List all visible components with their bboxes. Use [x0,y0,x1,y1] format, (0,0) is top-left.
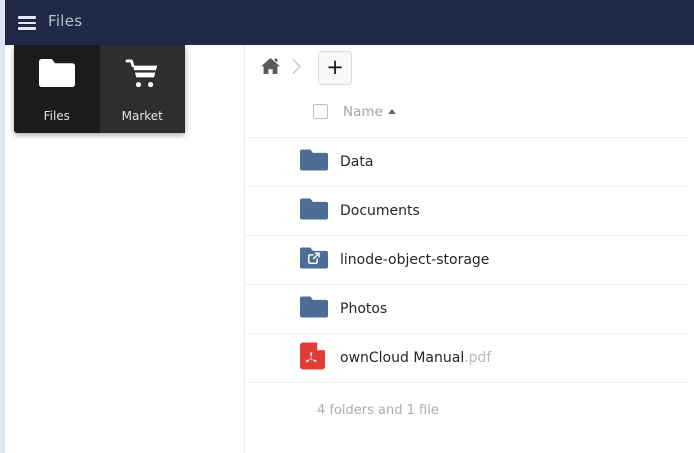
app-menu-toggle-hamburger-icon[interactable] [18,16,36,30]
sort-asc-icon [388,109,396,114]
select-all-checkbox[interactable] [313,104,328,119]
new-file-button[interactable]: + [318,51,352,85]
folder-icon [300,199,328,224]
chevron-right-icon [291,58,302,75]
file-name[interactable]: Documents [340,203,420,219]
folder-icon [39,59,75,91]
app-switcher-menu: Files Market [14,45,185,133]
app-tile-files[interactable]: Files [14,45,100,133]
home-breadcrumb-icon[interactable] [261,57,280,74]
app-tile-market[interactable]: Market [100,45,186,133]
folder-icon [300,297,328,322]
shopping-cart-icon [125,59,159,93]
app-title: Files [48,12,82,30]
file-row-data[interactable]: Data [245,137,690,186]
file-count-summary: 4 folders and 1 file [317,403,439,418]
file-row-owncloud-manual-pdf[interactable]: ownCloud Manual.pdf [245,333,690,382]
file-list-summary-row: 4 folders and 1 file [245,382,690,438]
file-row-linode-object-storage[interactable]: linode-object-storage [245,235,690,284]
file-extension: .pdf [464,350,491,366]
folder-icon [300,150,328,175]
file-name[interactable]: Data [340,154,373,170]
file-row-documents[interactable]: Documents [245,186,690,235]
file-name[interactable]: ownCloud Manual.pdf [340,350,491,366]
file-name[interactable]: Photos [340,301,387,317]
column-header-name[interactable]: Name [343,104,383,120]
pdf-icon [300,343,325,374]
external-folder-icon [300,248,328,273]
file-row-photos[interactable]: Photos [245,284,690,333]
top-bar: Files [0,0,694,45]
app-tile-label: Files [14,109,100,123]
window-edge-strip [0,0,5,453]
file-name[interactable]: linode-object-storage [340,252,489,268]
file-basename: ownCloud Manual [340,350,464,366]
app-tile-label: Market [100,109,186,123]
